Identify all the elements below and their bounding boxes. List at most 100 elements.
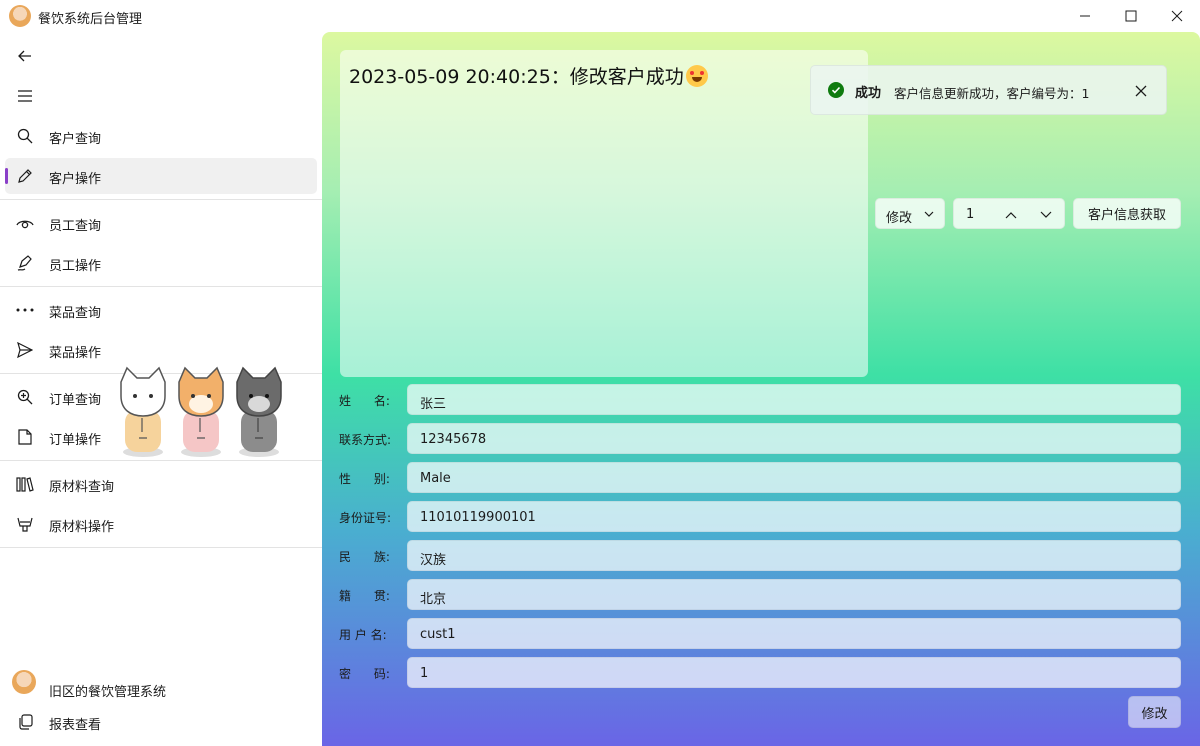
sidebar-item-label: 员工查询 xyxy=(49,219,102,234)
chevron-down-icon xyxy=(924,211,934,217)
field-value: 汉族 xyxy=(420,553,447,568)
sidebar-item-report[interactable]: 报表查看 xyxy=(5,704,317,740)
divider xyxy=(0,286,322,287)
sidebar-item-customer-operation[interactable]: 客户操作 xyxy=(5,158,317,194)
maximize-button[interactable] xyxy=(1108,0,1154,32)
basket-icon xyxy=(14,513,36,535)
form-row-id-number: 身份证号: 11010119900101 xyxy=(322,501,1200,532)
sidebar-item-customer-query[interactable]: 客户查询 xyxy=(5,118,317,154)
divider xyxy=(0,547,322,548)
username-field[interactable]: cust1 xyxy=(407,618,1181,649)
app-avatar-icon xyxy=(9,5,31,27)
selection-indicator xyxy=(5,168,8,184)
form-row-hometown: 籍 贯: 北京 xyxy=(322,579,1200,610)
white-cat-icon xyxy=(120,366,166,457)
menu-toggle-button[interactable] xyxy=(14,85,36,107)
close-icon xyxy=(1135,85,1147,97)
field-label: 籍 贯: xyxy=(339,589,390,603)
form-row-password: 密 码: 1 xyxy=(322,657,1200,688)
form-row-gender: 性 别: Male xyxy=(322,462,1200,493)
name-field[interactable]: 张三 xyxy=(407,384,1181,415)
mode-dropdown[interactable]: 修改 xyxy=(875,198,945,229)
copy-icon xyxy=(14,711,36,733)
sidebar-item-material-query[interactable]: 原材料查询 xyxy=(5,466,317,502)
sidebar-item-label: 报表查看 xyxy=(49,718,102,733)
main-content: 2023-05-09 20:40:25：修改客户成功 成功 客户信息更新成功，客… xyxy=(322,32,1200,746)
gray-cat-icon xyxy=(236,366,282,457)
hometown-field[interactable]: 北京 xyxy=(407,579,1181,610)
send-icon xyxy=(14,339,36,361)
contact-field[interactable]: 12345678 xyxy=(407,423,1181,454)
sidebar-item-label: 订单查询 xyxy=(49,393,102,408)
ethnicity-field[interactable]: 汉族 xyxy=(407,540,1181,571)
close-window-button[interactable] xyxy=(1154,0,1200,32)
checkmark-circle-icon xyxy=(828,82,844,98)
sidebar-item-employee-query[interactable]: 员工查询 xyxy=(5,205,317,241)
minimize-button[interactable] xyxy=(1062,0,1108,32)
more-icon xyxy=(14,299,36,321)
password-field[interactable]: 1 xyxy=(407,657,1181,688)
hamburger-icon xyxy=(18,90,32,102)
log-text: 2023-05-09 20:40:25：修改客户成功 xyxy=(349,66,684,88)
account-label: 旧区的餐饮管理系统 xyxy=(49,685,167,700)
id-number-field[interactable]: 11010119900101 xyxy=(407,501,1181,532)
sidebar-item-label: 客户操作 xyxy=(49,172,102,187)
chevron-down-icon xyxy=(1040,211,1052,218)
sidebar: 客户查询 客户操作 员工查询 员工操作 菜品查询 菜品操作 订单查询 订单操作 … xyxy=(0,32,322,746)
success-infobar: 成功 客户信息更新成功，客户编号为：1 xyxy=(810,65,1167,115)
search-icon xyxy=(14,125,36,147)
sidebar-item-label: 原材料查询 xyxy=(49,480,115,495)
sidebar-item-material-operation[interactable]: 原材料操作 xyxy=(5,506,317,542)
decrement-button[interactable] xyxy=(1037,208,1055,222)
form-row-contact: 联系方式: 12345678 xyxy=(322,423,1200,454)
zoom-in-icon xyxy=(14,386,36,408)
sidebar-item-label: 原材料操作 xyxy=(49,520,115,535)
sidebar-item-label: 菜品操作 xyxy=(49,346,102,361)
log-entry: 2023-05-09 20:40:25：修改客户成功 xyxy=(349,62,708,89)
field-label: 身份证号: xyxy=(339,511,392,525)
log-panel: 2023-05-09 20:40:25：修改客户成功 xyxy=(340,50,868,377)
customer-id-value: 1 xyxy=(966,207,975,222)
sidebar-item-dish-query[interactable]: 菜品查询 xyxy=(5,292,317,328)
divider xyxy=(0,199,322,200)
customer-id-number-box[interactable]: 1 xyxy=(953,198,1065,229)
increment-button[interactable] xyxy=(1002,208,1020,222)
window-title: 餐饮系统后台管理 xyxy=(38,12,143,27)
sidebar-item-label: 订单操作 xyxy=(49,433,102,448)
back-arrow-icon xyxy=(18,50,31,62)
mode-value: 修改 xyxy=(886,211,913,226)
decorative-cats-illustration xyxy=(116,366,288,462)
sidebar-item-dish-operation[interactable]: 菜品操作 xyxy=(5,332,317,368)
infobar-close-button[interactable] xyxy=(1131,81,1151,101)
field-value: 北京 xyxy=(420,592,447,607)
maximize-icon xyxy=(1125,10,1137,22)
sidebar-item-employee-operation[interactable]: 员工操作 xyxy=(5,245,317,281)
eye-icon xyxy=(14,212,36,234)
back-button[interactable] xyxy=(14,45,36,67)
sidebar-item-label: 客户查询 xyxy=(49,132,102,147)
gender-field[interactable]: Male xyxy=(407,462,1181,493)
orange-cat-icon xyxy=(178,366,224,457)
form-row-username: 用 户 名: cust1 xyxy=(322,618,1200,649)
infobar-message: 客户信息更新成功，客户编号为：1 xyxy=(894,86,1090,101)
pen-icon xyxy=(14,252,36,274)
fetch-customer-info-button[interactable]: 客户信息获取 xyxy=(1073,198,1181,229)
form-row-name: 姓 名: 张三 xyxy=(322,384,1200,415)
close-icon xyxy=(1171,10,1183,22)
field-label: 用 户 名: xyxy=(339,628,387,642)
sidebar-item-label: 菜品查询 xyxy=(49,306,102,321)
document-icon xyxy=(14,426,36,448)
modify-submit-button[interactable]: 修改 xyxy=(1128,696,1181,728)
smiling-heart-emoji-icon xyxy=(685,65,708,87)
sidebar-item-account[interactable]: 旧区的餐饮管理系统 xyxy=(5,672,317,708)
field-label: 民 族: xyxy=(339,550,390,564)
field-value: 12345678 xyxy=(420,432,487,447)
pencil-icon xyxy=(14,165,36,187)
form-row-ethnicity: 民 族: 汉族 xyxy=(322,540,1200,571)
field-label: 姓 名: xyxy=(339,394,390,408)
field-value: 张三 xyxy=(420,397,447,412)
title-bar: 餐饮系统后台管理 xyxy=(0,0,1200,32)
field-value: Male xyxy=(420,471,451,486)
field-label: 联系方式: xyxy=(339,433,392,447)
minimize-icon xyxy=(1080,15,1090,17)
